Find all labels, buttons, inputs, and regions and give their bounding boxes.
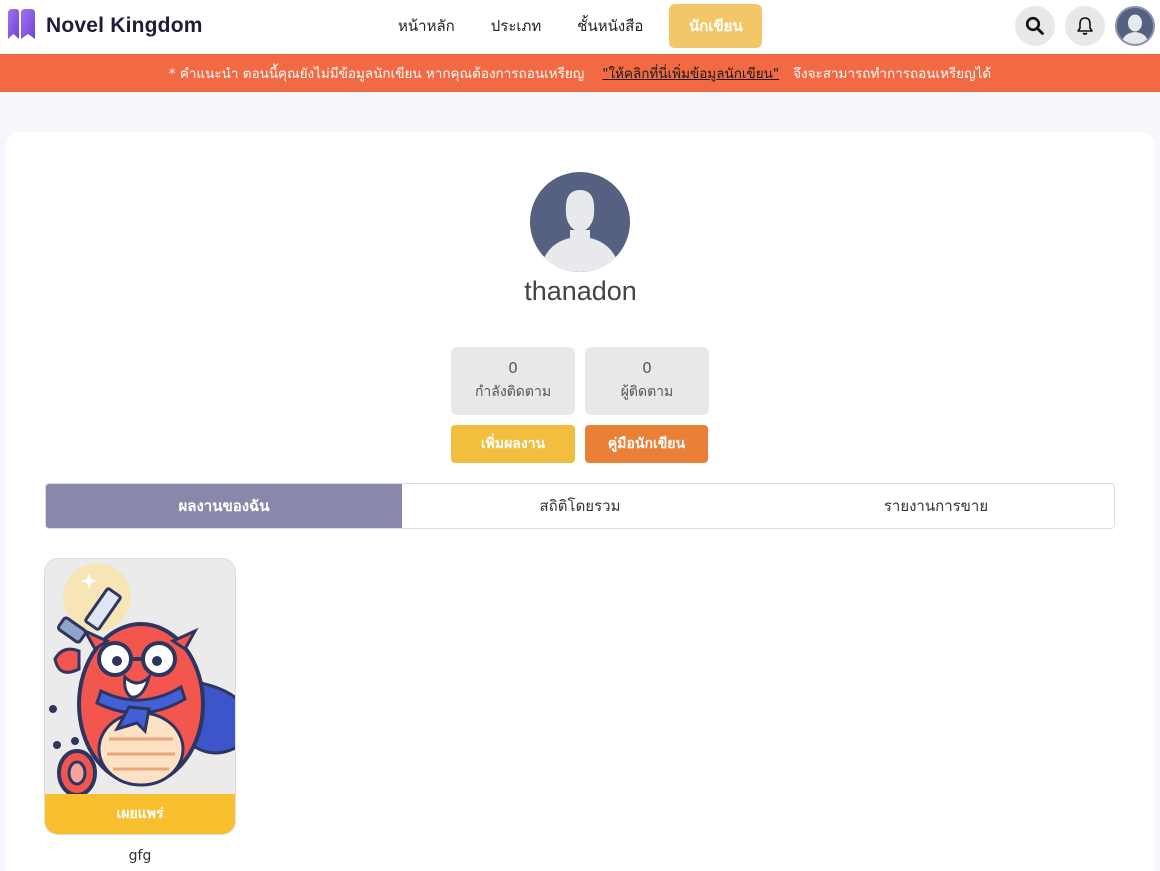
book-card[interactable]: เผยแพร่	[44, 558, 236, 835]
nav-writer[interactable]: นักเขียน	[669, 4, 763, 48]
brand-name: Novel Kingdom	[46, 14, 203, 37]
writer-info-notice: * คำแนะนำ ตอนนี้คุณยังไม่มีข้อมูลนักเขีย…	[0, 54, 1160, 92]
book-title[interactable]: gfg	[44, 848, 236, 864]
notice-text: * คำแนะนำ ตอนนี้คุณยังไม่มีข้อมูลนักเขีย…	[168, 66, 585, 82]
profile-tabs: ผลงานของฉัน สถิติโดยรวม รายงานการขาย	[45, 483, 1115, 529]
tab-sales-report[interactable]: รายงานการขาย	[758, 484, 1114, 528]
search-button[interactable]	[1015, 6, 1055, 46]
user-silhouette-icon	[1121, 14, 1149, 44]
nav-categories[interactable]: ประเภท	[473, 4, 560, 48]
add-writer-info-link[interactable]: "ให้คลิกที่นี่เพิ่มข้อมูลนักเขียน"	[602, 62, 779, 84]
followers-label: ผู้ติดตาม	[620, 384, 674, 400]
bell-icon	[1077, 17, 1093, 35]
notice-suffix: จึงจะสามารถทำการถอนเหรียญได้	[793, 66, 992, 82]
tab-overall-stats[interactable]: สถิติโดยรวม	[402, 484, 758, 528]
book-cover-mascot-image	[45, 559, 235, 796]
profile-username: thanadon	[524, 276, 637, 306]
tab-my-works[interactable]: ผลงานของฉัน	[46, 484, 402, 528]
followers-stat[interactable]: 0 ผู้ติดตาม	[585, 347, 709, 415]
nav-bookshelf[interactable]: ชั้นหนังสือ	[559, 4, 661, 48]
user-avatar-button[interactable]	[1115, 6, 1155, 46]
profile-avatar	[530, 172, 630, 272]
book-status-badge: เผยแพร่	[45, 794, 235, 834]
main-nav: หน้าหลัก ประเภท ชั้นหนังสือ นักเขียน	[380, 4, 763, 48]
brand-logo-link[interactable]: Novel Kingdom	[6, 9, 203, 43]
nav-home[interactable]: หน้าหลัก	[380, 4, 473, 48]
book-logo-icon	[8, 9, 35, 39]
followers-count: 0	[642, 359, 652, 377]
search-icon	[1025, 16, 1044, 35]
user-silhouette-icon	[544, 190, 616, 272]
profile-card: thanadon 0 กำลังติดตาม 0 ผู้ติดตาม เพิ่ม…	[6, 132, 1155, 871]
top-header: Novel Kingdom หน้าหลัก ประเภท ชั้นหนังสื…	[0, 0, 1160, 54]
following-count: 0	[508, 359, 518, 377]
following-stat[interactable]: 0 กำลังติดตาม	[451, 347, 575, 415]
following-label: กำลังติดตาม	[474, 384, 552, 400]
notifications-button[interactable]	[1065, 6, 1105, 46]
writer-guide-button[interactable]: คู่มือนักเขียน	[585, 425, 708, 463]
add-work-button[interactable]: เพิ่มผลงาน	[451, 425, 575, 463]
